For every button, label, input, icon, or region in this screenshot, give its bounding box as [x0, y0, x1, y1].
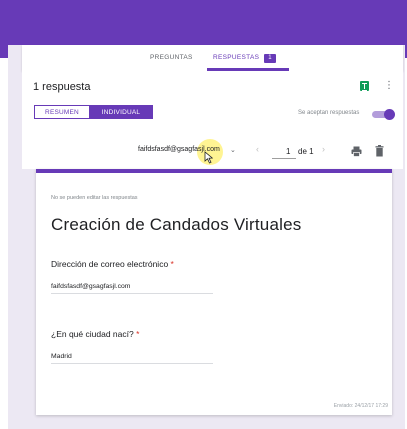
individual-response-card: No se pueden editar las respuestas Creac…	[36, 169, 392, 415]
answer-email: faifdsfasdf@gsagfasjl.com	[51, 283, 131, 290]
answer-city-underline	[51, 363, 213, 364]
form-title: Creación de Candados Virtuales	[51, 215, 302, 234]
page-total: de 1	[298, 147, 314, 156]
sent-timestamp: Enviado: 24/12/17 17:29	[333, 403, 388, 409]
page-number-underline	[272, 158, 296, 159]
question-email-text: Dirección de correo electrónico	[51, 259, 169, 269]
tabs-bar: PREGUNTAS RESPUESTAS 1	[22, 45, 403, 71]
answer-email-underline	[51, 293, 213, 294]
question-city-label: ¿En qué ciudad nací? *	[51, 329, 139, 339]
question-email-label: Dirección de correo electrónico *	[51, 259, 174, 269]
trash-icon[interactable]	[375, 145, 384, 157]
answer-city: Madrid	[51, 353, 72, 360]
tab-preguntas[interactable]: PREGUNTAS	[150, 45, 193, 71]
toggle-knob[interactable]	[384, 109, 395, 120]
responses-count-title: 1 respuesta	[33, 81, 91, 93]
chevron-down-icon[interactable]: ⌄	[230, 146, 236, 154]
cursor-icon	[204, 151, 213, 164]
response-navigator: faifdsfasdf@gsagfasjl.com ⌄ ‹ 1 de 1 ›	[22, 135, 403, 169]
required-mark: *	[170, 259, 174, 269]
chevron-right-icon[interactable]: ›	[322, 144, 325, 154]
individual-button[interactable]: INDIVIDUAL	[89, 105, 153, 119]
more-vert-icon[interactable]: ⋮	[384, 80, 394, 92]
page-number-input[interactable]: 1	[286, 147, 290, 156]
responses-summary-card: 1 respuesta ⋮ RESUMEN INDIVIDUAL Se acep…	[22, 71, 403, 135]
responses-count-badge: 1	[264, 54, 276, 63]
question-city-text: ¿En qué ciudad nací?	[51, 329, 134, 339]
tab-respuestas-label: RESPUESTAS	[213, 54, 260, 61]
chevron-left-icon[interactable]: ‹	[256, 144, 259, 154]
accepting-responses-label: Se aceptan respuestas	[298, 110, 360, 116]
resumen-button[interactable]: RESUMEN	[34, 105, 90, 119]
required-mark: *	[136, 329, 140, 339]
no-edit-note: No se pueden editar las respuestas	[51, 195, 138, 201]
sheets-icon[interactable]	[360, 81, 369, 91]
print-icon[interactable]	[351, 146, 362, 157]
